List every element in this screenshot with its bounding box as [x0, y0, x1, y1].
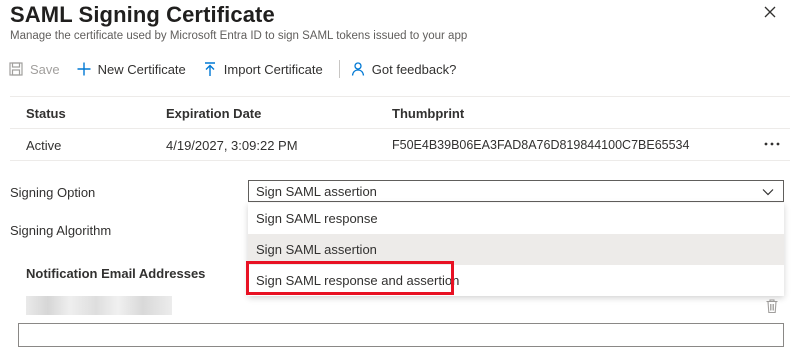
- close-icon[interactable]: [762, 4, 778, 20]
- table-top-divider: [10, 96, 790, 97]
- chevron-down-icon: [762, 189, 774, 196]
- cell-expiration: 4/19/2027, 3:09:22 PM: [166, 138, 298, 153]
- toolbar-divider: [338, 60, 340, 78]
- signing-option-dropdown[interactable]: Sign SAML assertion: [248, 180, 784, 202]
- command-bar: Save New Certificate Import Certificate …: [8, 58, 472, 80]
- feedback-button[interactable]: Got feedback?: [350, 61, 457, 77]
- signing-algorithm-label: Signing Algorithm: [10, 223, 112, 238]
- more-options-icon[interactable]: [763, 137, 781, 151]
- upload-icon: [204, 62, 215, 76]
- trash-icon[interactable]: [765, 298, 779, 314]
- save-label: Save: [30, 61, 60, 77]
- table-header-divider: [10, 128, 790, 129]
- feedback-label: Got feedback?: [371, 61, 457, 77]
- column-header-expiration: Expiration Date: [166, 106, 262, 121]
- new-certificate-button[interactable]: New Certificate: [76, 61, 186, 77]
- signing-option-selected: Sign SAML assertion: [256, 183, 377, 199]
- plus-icon: [77, 62, 91, 76]
- save-button[interactable]: Save: [8, 61, 60, 77]
- redacted-email: [26, 296, 172, 315]
- import-certificate-button[interactable]: Import Certificate: [202, 61, 323, 77]
- highlight-box: [246, 261, 454, 295]
- import-certificate-label: Import Certificate: [223, 61, 323, 77]
- save-icon: [9, 62, 23, 76]
- new-certificate-label: New Certificate: [97, 61, 186, 77]
- cell-status: Active: [26, 138, 62, 153]
- notification-email-input[interactable]: [18, 323, 784, 347]
- signing-option-label: Signing Option: [10, 185, 96, 200]
- page-title: SAML Signing Certificate: [10, 2, 275, 27]
- table-bottom-divider: [10, 160, 790, 161]
- cell-thumbprint: F50E4B39B06EA3FAD8A76D819844100C7BE65534: [392, 138, 690, 152]
- feedback-icon: [351, 62, 364, 76]
- column-header-thumbprint: Thumbprint: [392, 106, 465, 121]
- column-header-status: Status: [26, 106, 66, 121]
- notification-email-label: Notification Email Addresses: [26, 266, 206, 281]
- option-sign-saml-response[interactable]: Sign SAML response: [248, 203, 784, 234]
- page-subtitle: Manage the certificate used by Microsoft…: [10, 30, 468, 42]
